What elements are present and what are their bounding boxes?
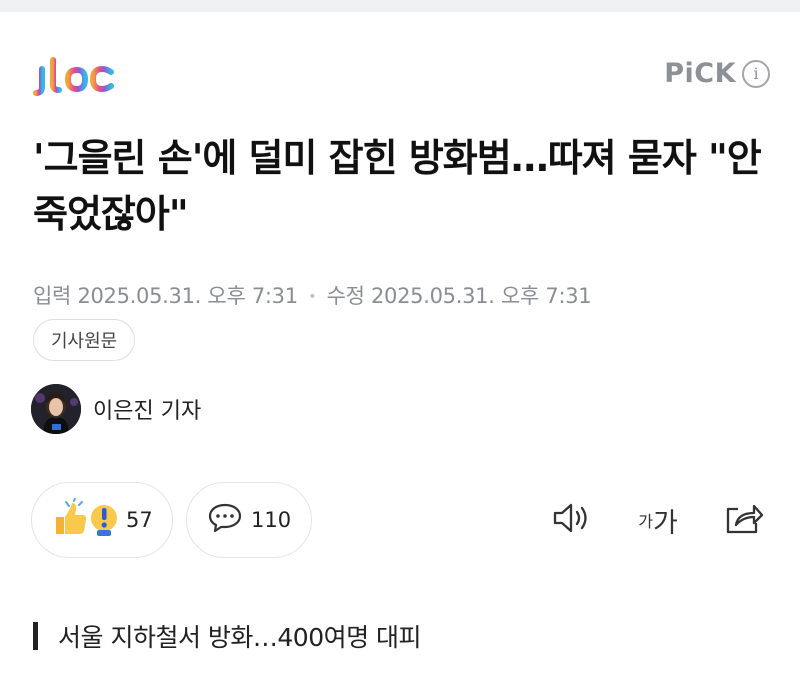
reaction-button[interactable]: 57 [31,482,173,558]
text-to-speech-button[interactable] [550,500,594,540]
speaker-icon [552,501,592,539]
comment-count: 110 [251,508,292,532]
top-status-strip [0,0,800,12]
published-label: 입력 [33,284,72,308]
published-date: 2025.05.31. 오후 7:31 [77,284,298,308]
info-icon[interactable]: i [742,59,770,88]
font-size-large-label: 가 [652,507,678,539]
author-name[interactable]: 이은진 기자 [93,393,201,425]
font-size-button[interactable]: 가 가 [632,500,684,540]
pick-label: PiCK [664,58,736,89]
pick-badge[interactable]: PiCK i [664,58,770,89]
jtbc-logo[interactable] [33,55,117,97]
comment-button[interactable]: 110 [186,482,312,558]
original-article-button[interactable]: 기사원문 [33,319,136,361]
article-headline: '그을린 손'에 덜미 잡힌 방화범…따져 묻자 "안 죽었잖아" [33,136,762,236]
reaction-count: 57 [126,508,153,532]
share-icon [724,501,764,539]
author-info[interactable]: 이은진 기자 [31,384,201,434]
author-avatar[interactable] [31,384,81,434]
article-dates: 입력 2025.05.31. 오후 7:31 • 수정 2025.05.31. … [33,280,592,310]
article-subheading: 서울 지하철서 방화…400여명 대피 [33,618,422,654]
original-article-label: 기사원문 [51,331,118,352]
modified-label: 수정 [326,284,365,308]
modified-date: 2025.05.31. 오후 7:31 [371,284,592,308]
subheading-text: 서울 지하철서 방화…400여명 대피 [58,623,422,652]
separator-dot: • [308,289,317,305]
share-button[interactable] [722,500,766,540]
thumbs-up-exclaim-icon [52,497,118,542]
font-size-small-label: 가 [638,512,653,531]
subheading-bar [33,622,38,650]
comment-bubble-icon [207,502,243,538]
